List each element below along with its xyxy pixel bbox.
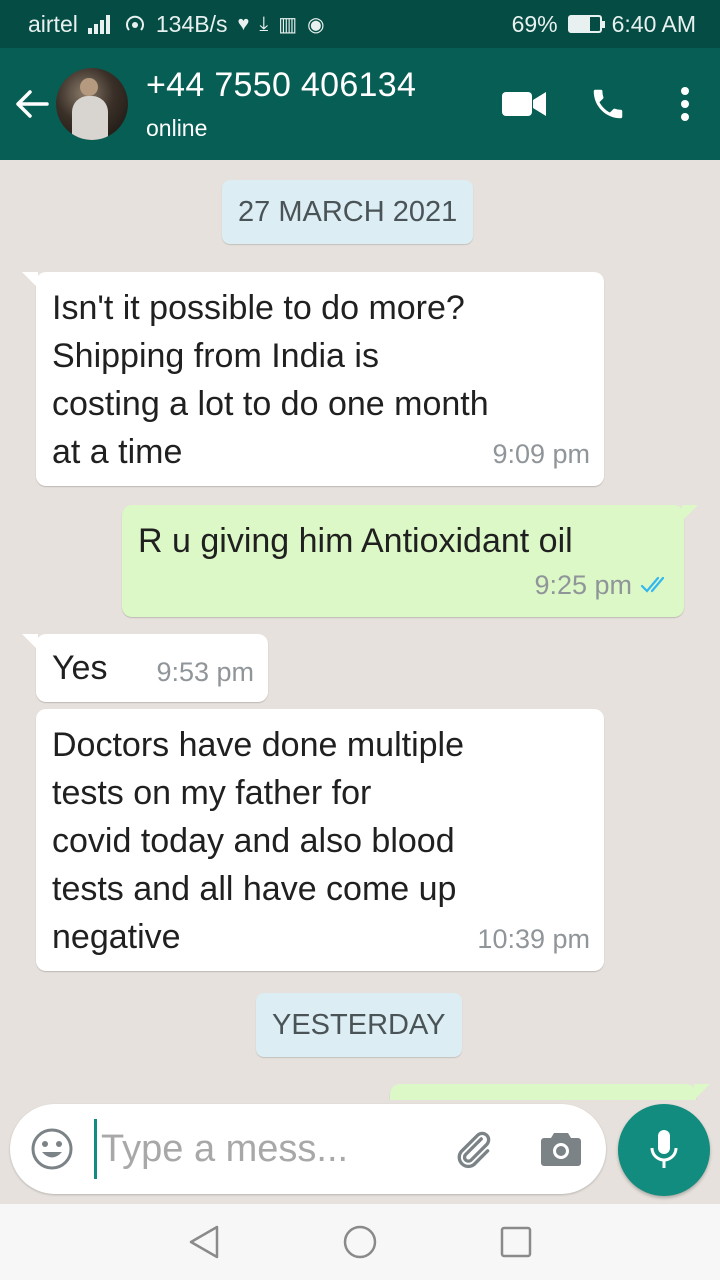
back-button[interactable] bbox=[0, 48, 64, 160]
contact-name: +44 7550 406134 bbox=[146, 66, 417, 104]
status-left: airtel 134B/s ♥ ⤓ ▥ ◉ bbox=[28, 11, 325, 38]
contact-status: online bbox=[146, 115, 208, 141]
app-notification-icon: ▥ bbox=[278, 13, 298, 36]
nav-back-button[interactable] bbox=[176, 1214, 232, 1270]
download-icon: ⤓ bbox=[259, 12, 269, 35]
carrier-label: airtel bbox=[28, 10, 78, 37]
heart-rate-icon: ♥ bbox=[237, 12, 250, 35]
microphone-icon bbox=[650, 1130, 678, 1168]
notification-icons: ♥ ⤓ ▥ ◉ bbox=[237, 12, 324, 37]
read-receipt-icon bbox=[640, 576, 665, 593]
message-bubble-outgoing[interactable]: R u giving him Antioxidant oil 9:25 pm bbox=[122, 505, 698, 617]
chat-header: +44 7550 406134 online bbox=[0, 48, 720, 160]
more-vert-icon bbox=[681, 87, 689, 121]
message-text: R u giving him Antioxidant oil bbox=[138, 522, 573, 560]
attach-button[interactable] bbox=[430, 1104, 516, 1194]
signal-icons bbox=[87, 13, 146, 35]
phone-icon bbox=[593, 89, 623, 119]
avatar[interactable] bbox=[56, 68, 128, 140]
message-bubble-incoming[interactable]: Isn't it possible to do more? Shipping f… bbox=[22, 272, 604, 486]
camera-icon bbox=[541, 1133, 581, 1166]
clock: 6:40 AM bbox=[611, 10, 696, 37]
contact-info[interactable]: +44 7550 406134 online bbox=[146, 66, 416, 142]
message-list[interactable]: 27 MARCH 2021 Isn't it possible to do mo… bbox=[0, 160, 720, 1100]
system-navigation-bar bbox=[0, 1204, 720, 1280]
message-bubble-incoming[interactable]: Yes 9:53 pm bbox=[22, 634, 268, 702]
attach-icon bbox=[457, 1131, 491, 1168]
message-time: 9:09 pm bbox=[492, 439, 590, 469]
video-call-button[interactable] bbox=[482, 48, 566, 160]
status-bar: airtel 134B/s ♥ ⤓ ▥ ◉ 69% 6:40 AM bbox=[0, 0, 720, 48]
date-divider: YESTERDAY bbox=[256, 993, 462, 1057]
emoji-button[interactable] bbox=[10, 1104, 94, 1194]
status-right: 69% 6:40 AM bbox=[512, 11, 696, 38]
nav-recents-button[interactable] bbox=[488, 1214, 544, 1270]
message-time: 9:53 pm bbox=[156, 657, 254, 687]
voice-message-button[interactable] bbox=[618, 1104, 710, 1196]
signal-icon bbox=[87, 15, 110, 34]
emoji-icon bbox=[31, 1128, 73, 1170]
camera-button[interactable] bbox=[516, 1104, 606, 1194]
message-input[interactable] bbox=[101, 1127, 401, 1171]
nav-home-button[interactable] bbox=[332, 1214, 388, 1270]
nav-home-icon bbox=[343, 1225, 377, 1259]
message-time: 10:39 pm bbox=[477, 924, 590, 954]
header-actions bbox=[482, 48, 720, 160]
message-composer bbox=[10, 1104, 606, 1194]
battery-percent: 69% bbox=[511, 10, 558, 37]
message-meta: 9:53 pm bbox=[156, 648, 254, 696]
more-options-button[interactable] bbox=[650, 48, 720, 160]
message-bubble-outgoing[interactable] bbox=[390, 1084, 710, 1100]
back-arrow-icon bbox=[16, 90, 49, 118]
message-meta: 10:39 pm bbox=[477, 915, 590, 963]
nav-recents-icon bbox=[500, 1226, 532, 1258]
date-divider: 27 MARCH 2021 bbox=[222, 180, 474, 244]
message-meta: 9:25 pm bbox=[534, 561, 670, 609]
hotspot-icon bbox=[125, 15, 144, 31]
battery-icon bbox=[567, 15, 605, 33]
text-cursor bbox=[94, 1119, 97, 1179]
network-speed: 134B/s bbox=[155, 10, 228, 37]
message-time: 9:25 pm bbox=[534, 570, 632, 600]
message-input-wrap bbox=[94, 1104, 430, 1194]
chrome-icon: ◉ bbox=[307, 13, 325, 36]
battery-fill bbox=[569, 17, 591, 31]
message-meta: 9:09 pm bbox=[492, 430, 590, 478]
message-bubble-incoming[interactable]: Doctors have done multiple tests on my f… bbox=[36, 709, 604, 971]
nav-back-icon bbox=[189, 1225, 219, 1259]
voice-call-button[interactable] bbox=[566, 48, 650, 160]
video-call-icon bbox=[502, 92, 546, 116]
